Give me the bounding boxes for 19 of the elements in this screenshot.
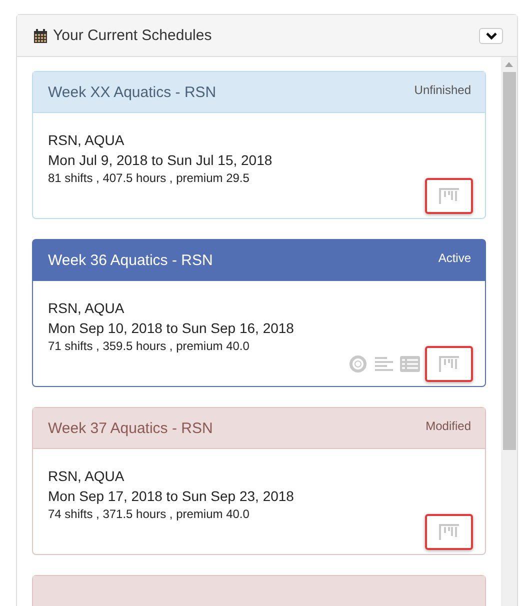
date-range-text: Mon Sep 17, 2018 to Sun Sep 23, 2018 xyxy=(48,487,295,506)
summary-text: 81 shifts , 407.5 hours , premium 29.5 xyxy=(48,170,250,186)
schedule-card[interactable]: Week 36 Aquatics - RSN Active RSN, AQUA Mon Sep 10, 2018 to Sun Sep 16, 2018 71 shifts , 359.5 hours , premium 40.0 xyxy=(32,239,486,387)
status-label: Active xyxy=(438,251,471,265)
schedule-title: Week XX Aquatics - RSN xyxy=(48,84,216,101)
units-text: RSN, AQUA xyxy=(48,467,126,486)
schedule-title: Week 37 Aquatics - RSN xyxy=(48,420,213,437)
summary-text: 74 shifts , 371.5 hours , premium 40.0 xyxy=(48,506,250,522)
panel-title: Your Current Schedules xyxy=(53,27,213,44)
units-text: RSN, AQUA xyxy=(48,131,126,150)
status-label: Unfinished xyxy=(414,83,471,97)
date-range-text: Mon Jul 9, 2018 to Sun Jul 15, 2018 xyxy=(48,151,274,170)
date-range-text: Mon Sep 10, 2018 to Sun Sep 16, 2018 xyxy=(48,319,295,338)
schedule-card[interactable]: Week 37 Aquatics - RSN Modified RSN, AQUA Mon Sep 17, 2018 to Sun Sep 23, 2018 74 shifts , 371.5 hours , premium 40.0 xyxy=(32,407,486,555)
schedule-title: Week 36 Aquatics - RSN xyxy=(48,252,213,269)
schedule-card[interactable]: Week XX Aquatics - RSN Unfinished RSN, AQUA Mon Jul 9, 2018 to Sun Jul 15, 2018 81 shifts , 407.5 hours , premium 29.5 xyxy=(32,71,486,219)
status-label: Modified xyxy=(426,419,471,433)
units-text: RSN, AQUA xyxy=(48,299,126,318)
summary-text: 71 shifts , 359.5 hours , premium 40.0 xyxy=(48,338,250,354)
